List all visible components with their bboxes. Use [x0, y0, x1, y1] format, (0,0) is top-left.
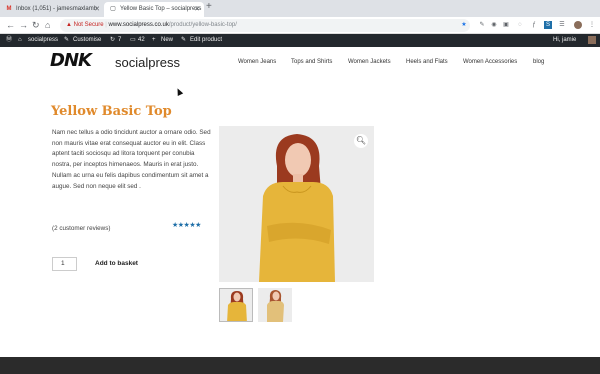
bookmark-star-icon[interactable]: ★: [460, 21, 468, 29]
add-to-basket-button[interactable]: Add to basket: [95, 260, 138, 267]
address-toolbar: ← → ↻ ⌂ ▲ Not Secure | www.socialpress.c…: [0, 17, 600, 34]
avatar[interactable]: [574, 21, 582, 29]
forward-icon[interactable]: →: [19, 19, 28, 32]
close-icon[interactable]: ✕: [194, 2, 200, 17]
tab-label: Inbox (1,051) - jamesmaxlamb: [16, 6, 98, 12]
quantity-input[interactable]: 1: [52, 257, 77, 271]
gmail-icon: M: [6, 6, 12, 12]
product-thumbnail[interactable]: [258, 288, 292, 322]
url-path: /product/yellow-basic-top/: [168, 22, 237, 28]
thumbnail-photo: [227, 291, 247, 321]
extension-icon[interactable]: ✎: [478, 21, 486, 29]
back-icon[interactable]: ←: [6, 19, 15, 32]
customer-reviews-link[interactable]: (2 customer reviews): [52, 225, 110, 232]
comments-count[interactable]: 42: [138, 34, 145, 47]
extension-icon[interactable]: ◌: [516, 21, 524, 29]
nav-women-accessories[interactable]: Women Accessories: [463, 59, 517, 65]
wordpress-icon[interactable]: Ⓦ: [6, 34, 12, 47]
page-icon: ▢: [110, 6, 116, 12]
edit-product-link[interactable]: Edit product: [190, 34, 222, 47]
extension-icon[interactable]: ◉: [490, 21, 498, 29]
home-icon: ⌂: [18, 37, 22, 43]
star-rating: ★★★★★: [172, 222, 201, 229]
extension-icon[interactable]: S: [544, 21, 552, 29]
close-icon[interactable]: ✕: [94, 2, 100, 17]
extension-icon[interactable]: ☰: [558, 21, 566, 29]
reload-icon[interactable]: ↻: [32, 19, 40, 32]
thumbnail-photo: [267, 290, 284, 322]
product-main-image[interactable]: 🔍︎: [219, 126, 374, 282]
user-greeting[interactable]: Hi, jamie: [553, 34, 576, 47]
zoom-icon[interactable]: 🔍︎: [354, 134, 368, 148]
product-thumbnail[interactable]: [219, 288, 253, 322]
brush-icon: ✎: [64, 37, 70, 43]
extension-icon[interactable]: ƒ: [530, 21, 538, 29]
new-tab-button[interactable]: +: [206, 1, 212, 12]
comments-icon: ▭: [130, 37, 136, 43]
product-title: Yellow Basic Top: [51, 104, 172, 119]
url-bar[interactable]: ▲ Not Secure | www.socialpress.co.uk/pro…: [60, 19, 470, 32]
site-footer: [0, 357, 600, 374]
nav-heels-and-flats[interactable]: Heels and Flats: [406, 59, 448, 65]
warning-icon: ▲: [66, 22, 74, 28]
plus-icon: +: [152, 37, 156, 43]
wp-admin-bar: Ⓦ ⌂ socialpress ✎ Customise ↻ 7 ▭ 42 + N…: [0, 34, 600, 47]
extension-icon[interactable]: ▣: [502, 21, 510, 29]
avatar[interactable]: [588, 36, 596, 44]
updates-count[interactable]: 7: [118, 34, 121, 47]
site-logo[interactable]: DNK: [50, 50, 92, 71]
nav-blog[interactable]: blog: [533, 59, 544, 65]
site-title[interactable]: socialpress: [115, 55, 180, 70]
nav-women-jackets[interactable]: Women Jackets: [348, 59, 391, 65]
pencil-icon: ✎: [181, 37, 187, 43]
new-link[interactable]: New: [161, 34, 173, 47]
nav-tops-and-shirts[interactable]: Tops and Shirts: [291, 59, 332, 65]
site-name-link[interactable]: socialpress: [28, 34, 58, 47]
browser-tab-strip: M Inbox (1,051) - jamesmaxlamb ✕ ▢ Yello…: [0, 0, 600, 17]
mouse-cursor: [174, 87, 184, 96]
security-status: Not Secure: [73, 22, 104, 28]
menu-icon[interactable]: ⋮: [588, 21, 596, 29]
url-host: www.socialpress.co.uk: [108, 22, 169, 28]
updates-icon: ↻: [110, 37, 116, 43]
tab-inbox[interactable]: M Inbox (1,051) - jamesmaxlamb ✕: [0, 2, 104, 17]
model-photo: [259, 134, 335, 282]
customise-link[interactable]: Customise: [73, 34, 101, 47]
nav-women-jeans[interactable]: Women Jeans: [238, 59, 276, 65]
tab-label: Yellow Basic Top – socialpress: [120, 6, 202, 12]
tab-product[interactable]: ▢ Yellow Basic Top – socialpress ✕: [104, 2, 204, 17]
home-icon[interactable]: ⌂: [45, 19, 50, 32]
product-description: Nam nec tellus a odio tincidunt auctor a…: [52, 129, 211, 190]
